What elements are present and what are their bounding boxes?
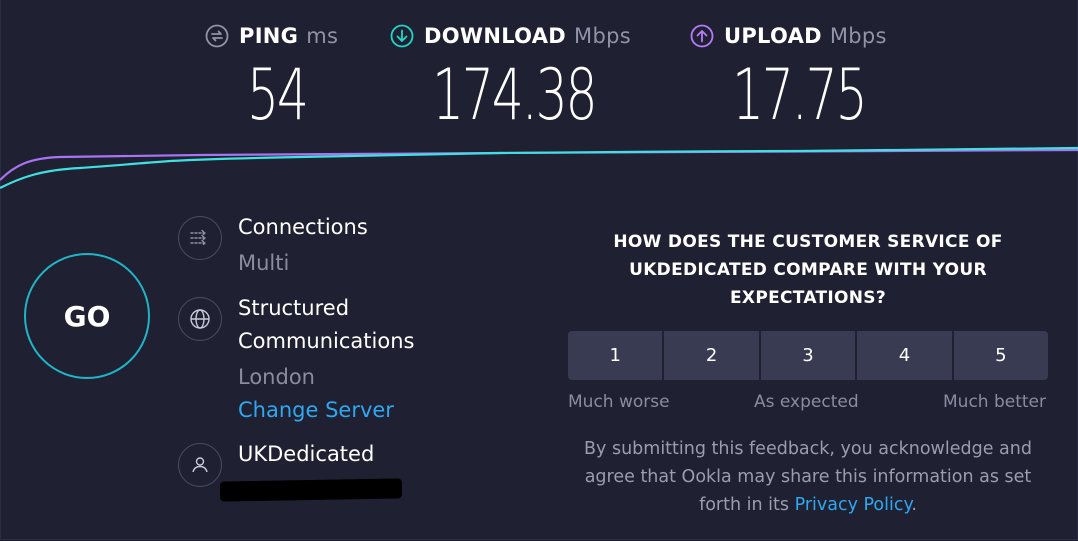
download-metric: DOWNLOAD Mbps 174.38 bbox=[390, 20, 631, 136]
connections-icon[interactable] bbox=[178, 216, 222, 260]
go-button[interactable]: GO bbox=[24, 253, 150, 379]
survey-disclaimer: By submitting this feedback, you acknowl… bbox=[568, 435, 1048, 519]
redaction-mark bbox=[219, 478, 403, 502]
ping-icon bbox=[205, 24, 229, 48]
download-arrow-icon bbox=[390, 24, 414, 48]
rating-button-1[interactable]: 1 bbox=[568, 331, 663, 380]
server-name-line2: Communications bbox=[238, 329, 415, 353]
download-value: 174.38 bbox=[432, 54, 598, 136]
upload-header: UPLOAD Mbps bbox=[690, 20, 887, 52]
user-icon bbox=[178, 443, 222, 487]
privacy-policy-link[interactable]: Privacy Policy bbox=[795, 495, 912, 515]
upload-unit: Mbps bbox=[829, 24, 887, 48]
ping-unit: ms bbox=[306, 24, 339, 48]
rating-button-5[interactable]: 5 bbox=[953, 331, 1049, 380]
ping-label: PING bbox=[239, 24, 299, 48]
ping-header: PING ms bbox=[205, 20, 338, 52]
upload-metric: UPLOAD Mbps 17.75 bbox=[690, 20, 887, 136]
server-info: Structured Communications London Change … bbox=[238, 292, 414, 427]
upload-label: UPLOAD bbox=[724, 24, 822, 48]
scale-label-mid: As expected bbox=[754, 392, 859, 412]
upload-value: 17.75 bbox=[732, 54, 868, 136]
rating-button-4[interactable]: 4 bbox=[857, 331, 952, 380]
download-unit: Mbps bbox=[574, 24, 631, 48]
upload-graph-line bbox=[0, 148, 1078, 181]
download-label: DOWNLOAD bbox=[424, 24, 567, 48]
connections-info: Connections Multi bbox=[238, 211, 368, 280]
rating-button-2[interactable]: 2 bbox=[664, 331, 759, 380]
ping-value: 54 bbox=[247, 54, 309, 136]
provider-name: UKDedicated bbox=[238, 442, 375, 466]
server-name-line1: Structured bbox=[238, 296, 350, 320]
globe-icon bbox=[178, 297, 222, 341]
change-server-link[interactable]: Change Server bbox=[238, 394, 414, 427]
speed-graph bbox=[0, 146, 1078, 189]
rating-scale: 1 2 3 4 5 bbox=[568, 331, 1049, 380]
connections-value: Multi bbox=[238, 251, 290, 275]
rating-button-3[interactable]: 3 bbox=[760, 331, 856, 380]
scale-label-low: Much worse bbox=[568, 392, 670, 412]
connections-title: Connections bbox=[238, 215, 368, 239]
survey-question: HOW DOES THE CUSTOMER SERVICE OF UKDEDIC… bbox=[613, 232, 1003, 308]
download-header: DOWNLOAD Mbps bbox=[390, 20, 631, 52]
server-location: London bbox=[238, 365, 315, 389]
upload-arrow-icon bbox=[690, 24, 714, 48]
ping-metric: PING ms 54 bbox=[205, 20, 338, 136]
download-graph-line bbox=[0, 146, 1078, 189]
provider-info: UKDedicated bbox=[238, 438, 374, 471]
scale-label-high: Much better bbox=[943, 392, 1046, 412]
disclaimer-suffix: . bbox=[911, 495, 917, 515]
